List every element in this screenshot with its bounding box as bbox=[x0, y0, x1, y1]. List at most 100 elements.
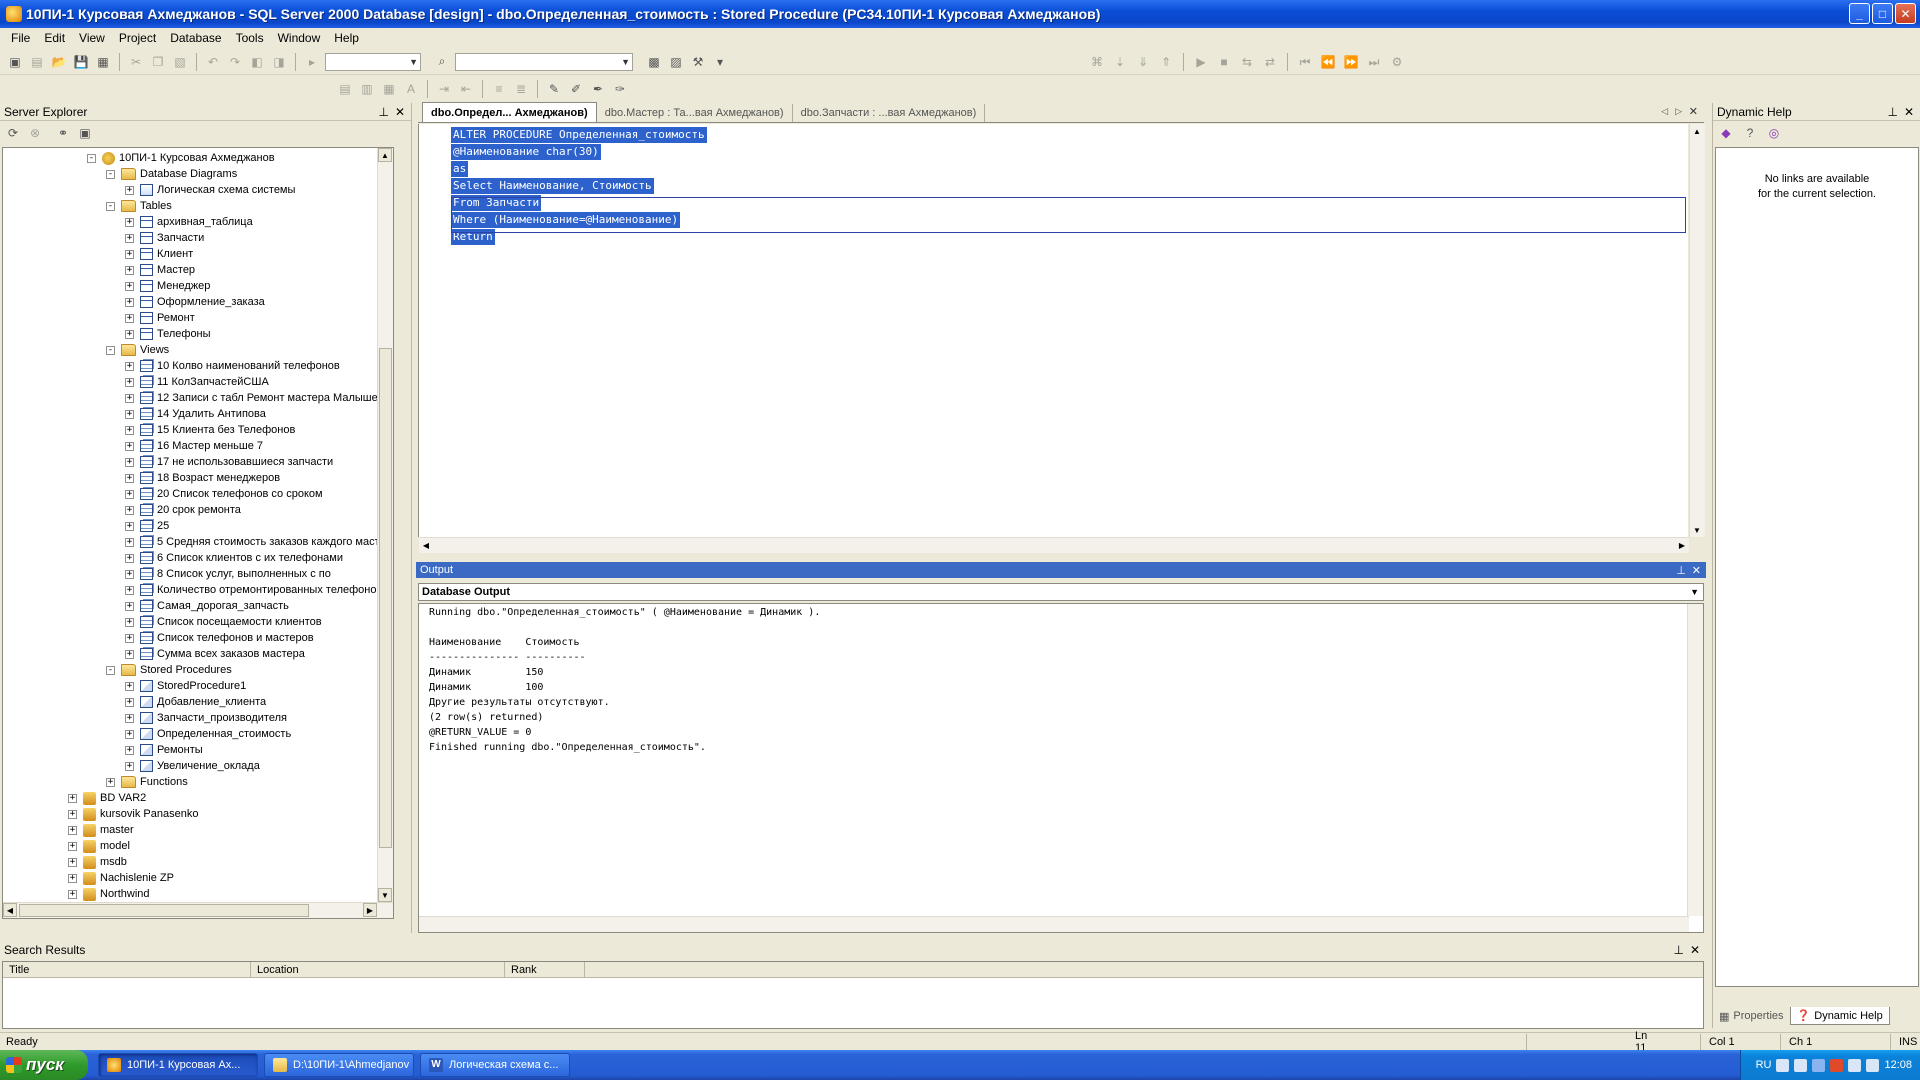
taskbar-button-folder[interactable]: D:\10ПИ-1\Ahmedjanov bbox=[264, 1053, 414, 1077]
tree-item-view[interactable]: +20 Список телефонов со сроком bbox=[125, 486, 323, 502]
expand-icon[interactable]: + bbox=[68, 889, 77, 899]
solution-explorer-icon[interactable]: ▩ bbox=[645, 53, 663, 71]
editor-horizontal-scrollbar[interactable]: ◀ ▶ bbox=[419, 537, 1689, 553]
scroll-thumb[interactable] bbox=[19, 904, 309, 917]
chevron-down-icon[interactable]: ▼ bbox=[1690, 587, 1699, 597]
expand-icon[interactable]: + bbox=[125, 329, 134, 339]
expand-icon[interactable]: + bbox=[125, 361, 134, 371]
tree-item-database[interactable]: + Nachislenie ZP bbox=[68, 870, 174, 886]
diagram-pane-icon[interactable]: ▤ bbox=[336, 80, 354, 98]
tree-item-view[interactable]: +15 Клиента без Телефонов bbox=[125, 422, 295, 438]
output-close-icon[interactable]: ✕ bbox=[1692, 564, 1701, 577]
undo-icon[interactable]: ↶ bbox=[204, 53, 222, 71]
scroll-thumb[interactable] bbox=[379, 348, 392, 848]
tree-folder-tables[interactable]: - Tables bbox=[106, 198, 172, 214]
debug-step-out-icon[interactable]: ⇑ bbox=[1157, 53, 1175, 71]
scroll-up-icon[interactable]: ▲ bbox=[1690, 124, 1704, 138]
expand-icon[interactable]: + bbox=[125, 585, 134, 595]
tree-item-view[interactable]: + Самая_дорогая_запчасть bbox=[125, 598, 289, 614]
scroll-down-icon[interactable]: ▼ bbox=[378, 888, 392, 902]
scroll-left-icon[interactable]: ◀ bbox=[419, 538, 433, 552]
sql-pane-icon[interactable]: ▦ bbox=[380, 80, 398, 98]
tree-folder-procedures[interactable]: - Stored Procedures bbox=[106, 662, 232, 678]
tree-item-view[interactable]: +11 КолЗапчастейСША bbox=[125, 374, 269, 390]
menu-view[interactable]: View bbox=[72, 31, 112, 45]
expand-icon[interactable]: + bbox=[125, 649, 134, 659]
collapse-icon[interactable]: - bbox=[87, 153, 96, 163]
outdent-icon[interactable]: ⇤ bbox=[457, 80, 475, 98]
expand-icon[interactable]: + bbox=[68, 809, 77, 819]
tree-item-view[interactable]: +17 не использовавшиеся запчасти bbox=[125, 454, 333, 470]
menu-file[interactable]: File bbox=[4, 31, 37, 45]
expand-icon[interactable]: + bbox=[68, 793, 77, 803]
redo-icon[interactable]: ↷ bbox=[226, 53, 244, 71]
find-in-files-icon[interactable]: ⌕ bbox=[433, 53, 451, 71]
expand-icon[interactable]: + bbox=[125, 233, 134, 243]
tree-item-procedure[interactable]: + Определенная_стоимость bbox=[125, 726, 291, 742]
tree-item-view[interactable]: + Количество отремонтированных телефонов … bbox=[125, 582, 390, 598]
column-location[interactable]: Location bbox=[251, 962, 505, 978]
tree-database-root[interactable]: - 10ПИ-1 Курсовая Ахмеджанов bbox=[87, 150, 275, 166]
expand-icon[interactable]: + bbox=[125, 457, 134, 467]
expand-icon[interactable]: + bbox=[125, 281, 134, 291]
tree-item-view[interactable]: + Сумма всех заказов мастера bbox=[125, 646, 305, 662]
tree-item-database[interactable]: + Northwind bbox=[68, 886, 150, 902]
tree-item-procedure[interactable]: + StoredProcedure1 bbox=[125, 678, 246, 694]
collapse-icon[interactable]: - bbox=[106, 169, 115, 179]
grid-pane-icon[interactable]: ▥ bbox=[358, 80, 376, 98]
new-project-icon[interactable]: ▣ bbox=[6, 53, 24, 71]
usb-tray-icon[interactable] bbox=[1848, 1058, 1862, 1072]
output-horizontal-scrollbar[interactable] bbox=[419, 916, 1689, 932]
expand-icon[interactable]: + bbox=[125, 745, 134, 755]
tree-item-table[interactable]: + Мастер bbox=[125, 262, 195, 278]
tree-item-view[interactable]: +18 Возраст менеджеров bbox=[125, 470, 280, 486]
editor-vertical-scrollbar[interactable]: ▲ ▼ bbox=[1689, 124, 1705, 537]
expand-icon[interactable]: + bbox=[125, 761, 134, 771]
close-button[interactable]: ✕ bbox=[1895, 3, 1916, 24]
tab-scroll-right-icon[interactable]: ▷ bbox=[1675, 106, 1682, 117]
tree-item-table[interactable]: + Ремонт bbox=[125, 310, 195, 326]
debug-step-icon[interactable]: ⌘ bbox=[1088, 53, 1106, 71]
expand-icon[interactable]: + bbox=[125, 185, 134, 195]
expand-icon[interactable]: + bbox=[125, 217, 134, 227]
expand-icon[interactable]: + bbox=[125, 297, 134, 307]
expand-icon[interactable]: + bbox=[125, 265, 134, 275]
start-button[interactable]: пуск bbox=[0, 1050, 88, 1080]
tree-item-database[interactable]: + BD VAR2 bbox=[68, 790, 146, 806]
navigate-forward-icon[interactable]: ◨ bbox=[270, 53, 288, 71]
tree-item-database[interactable]: + model bbox=[68, 838, 130, 854]
tree-item-procedure[interactable]: + Запчасти_производителя bbox=[125, 710, 287, 726]
output-text-area[interactable]: Running dbo."Определенная_стоимость" ( @… bbox=[418, 603, 1704, 933]
sr-close-icon[interactable]: ✕ bbox=[1690, 943, 1700, 957]
tree-item-view[interactable]: + Список посещаемости клиентов bbox=[125, 614, 322, 630]
class-view-icon[interactable]: ▾ bbox=[711, 53, 729, 71]
tree-item-view[interactable]: +14 Удалить Антипова bbox=[125, 406, 266, 422]
expand-icon[interactable]: + bbox=[68, 857, 77, 867]
tree-item-database[interactable]: + master bbox=[68, 822, 134, 838]
tab-parts-table[interactable]: dbo.Запчасти : ...вая Ахмеджанов) bbox=[793, 104, 986, 122]
scroll-up-icon[interactable]: ▲ bbox=[378, 148, 392, 162]
expand-icon[interactable]: + bbox=[125, 697, 134, 707]
tree-item-view[interactable]: +12 Записи с табл Ремонт мастера Малышев… bbox=[125, 390, 390, 406]
connect-database-icon[interactable]: ⚭ bbox=[54, 124, 72, 142]
expand-icon[interactable]: + bbox=[125, 713, 134, 723]
save-all-icon[interactable]: ▦ bbox=[94, 53, 112, 71]
help-search-icon[interactable]: ◎ bbox=[1765, 124, 1783, 142]
expand-icon[interactable]: + bbox=[125, 489, 134, 499]
expand-icon[interactable]: + bbox=[125, 505, 134, 515]
run-icon[interactable]: ▶ bbox=[1192, 53, 1210, 71]
column-rank[interactable]: Rank bbox=[505, 962, 585, 978]
expand-icon[interactable]: + bbox=[125, 601, 134, 611]
expand-icon[interactable]: + bbox=[125, 681, 134, 691]
verify-sql-icon[interactable]: ✑ bbox=[611, 80, 629, 98]
step-into-procedure-icon[interactable]: ✒ bbox=[589, 80, 607, 98]
expand-icon[interactable]: + bbox=[125, 409, 134, 419]
tab-master-table[interactable]: dbo.Мастер : Та...вая Ахмеджанов) bbox=[597, 104, 793, 122]
close-icon[interactable]: ✕ bbox=[395, 105, 405, 119]
copy-icon[interactable]: ❐ bbox=[149, 53, 167, 71]
tree-item-procedure[interactable]: + Добавление_клиента bbox=[125, 694, 266, 710]
collapse-icon[interactable]: - bbox=[106, 665, 115, 675]
expand-icon[interactable]: + bbox=[125, 377, 134, 387]
search-results-grid[interactable]: Title Location Rank bbox=[2, 961, 1704, 1029]
cut-icon[interactable]: ✂ bbox=[127, 53, 145, 71]
